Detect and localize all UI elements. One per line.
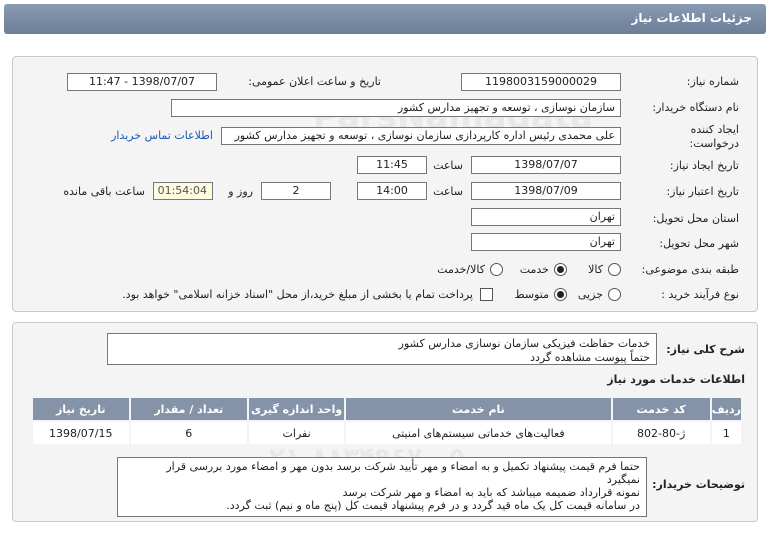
unit-cell: نفرات — [247, 420, 347, 446]
announce-label: تاریخ و ساعت اعلان عمومی: — [248, 75, 381, 88]
services-title: اطلاعات خدمات مورد نیاز — [607, 373, 745, 386]
process-medium-radio[interactable] — [554, 288, 567, 301]
need-number-label: شماره نیاز: — [686, 75, 739, 88]
valid-time-field[interactable]: 14:00 — [357, 182, 427, 200]
treasury-payment-checkbox[interactable] — [480, 288, 493, 301]
buyer-note-line-3: نمونه قرارداد ضمیمه میباشد که باید به ام… — [342, 486, 640, 499]
table-row[interactable]: 1 ژ-80-802 فعالیت‌های خدماتی سیستم‌های ا… — [31, 420, 744, 446]
valid-date-field[interactable]: 1398/07/09 — [471, 182, 621, 200]
city-field[interactable]: تهران — [471, 233, 621, 251]
valid-time-label: ساعت — [433, 185, 463, 198]
quantity-cell: 6 — [128, 420, 250, 446]
category-goods-label: کالا — [588, 263, 603, 276]
col-row-number: ردیف — [709, 396, 744, 422]
process-minor-label: جزیی — [577, 288, 603, 301]
summary-line-2: حتماً پیوست مشاهده گردد — [530, 351, 650, 364]
request-details-panel: ParsNamadata شماره نیاز: 119800315900002… — [12, 56, 758, 312]
buyer-contact-link[interactable]: اطلاعات تماس خریدار — [111, 129, 213, 142]
buyer-note-line-4: در سامانه قیمت کل یک ماه قید گردد و در ف… — [226, 499, 640, 512]
service-code-cell: ژ-80-802 — [610, 420, 712, 446]
service-name-cell: فعالیت‌های خدماتی سیستم‌های امنیتی — [344, 420, 613, 446]
create-date-field[interactable]: 1398/07/07 — [471, 156, 621, 174]
summary-label: شرح کلی نیاز: — [666, 343, 745, 356]
treasury-payment-note: پرداخت تمام یا بخشی از مبلغ خرید،از محل … — [122, 288, 473, 301]
row-number-cell: 1 — [709, 420, 744, 446]
col-quantity: تعداد / مقدار — [128, 396, 250, 422]
need-summary-panel: پایگاه اطلاع رسانی مناقصه و مزایده ۰۲۱-۸… — [12, 322, 758, 522]
days-label: روز و — [228, 185, 253, 198]
creator-label-line1: ایجاد کننده — [690, 123, 739, 136]
buyer-notes-label: توضیحات خریدار: — [652, 478, 745, 491]
services-table: ردیف کد خدمت نام خدمت واحد اندازه گیری ت… — [31, 396, 744, 446]
city-label: شهر محل تحویل: — [659, 237, 739, 250]
remaining-label: ساعت باقی مانده — [63, 185, 145, 198]
category-goods-service-label: کالا/خدمت — [437, 263, 485, 276]
category-service-radio[interactable] — [554, 263, 567, 276]
buyer-field[interactable]: سازمان نوسازی ، توسعه و تجهیز مدارس کشور — [171, 99, 621, 117]
process-minor-radio[interactable] — [608, 288, 621, 301]
buyer-notes-field[interactable]: حتما فرم قیمت پیشنهاد تکمیل و به امضاء و… — [117, 457, 647, 517]
province-field[interactable]: تهران — [471, 208, 621, 226]
creator-label-line2: درخواست: — [689, 137, 739, 150]
col-need-date: تاریخ نیاز — [31, 396, 131, 422]
page-title: جزئیات اطلاعات نیاز — [631, 11, 752, 25]
page-header: جزئیات اطلاعات نیاز — [4, 4, 766, 34]
category-goods-service-radio[interactable] — [490, 263, 503, 276]
need-number-field[interactable]: 1198003159000029 — [461, 73, 621, 91]
creator-field[interactable]: علی محمدی رئیس اداره کارپردازی سازمان نو… — [221, 127, 621, 145]
process-label: نوع فرآیند خرید : — [661, 288, 739, 301]
category-service-label: خدمت — [519, 263, 549, 276]
summary-line-1: خدمات حفاظت فیزیکی سازمان نوسازی مدارس ک… — [398, 337, 650, 350]
days-field[interactable]: 2 — [261, 182, 331, 200]
create-time-label: ساعت — [433, 159, 463, 172]
need-date-cell: 1398/07/15 — [31, 420, 131, 446]
category-label: طبقه بندی موضوعی: — [641, 263, 739, 276]
col-service-name: نام خدمت — [344, 396, 613, 422]
announce-datetime-field[interactable]: 1398/07/07 - 11:47 — [67, 73, 217, 91]
province-label: استان محل تحویل: — [652, 212, 739, 225]
remaining-time-field: 01:54:04 — [153, 182, 213, 200]
buyer-note-line-1: حتما فرم قیمت پیشنهاد تکمیل و به امضاء و… — [166, 460, 640, 473]
col-unit: واحد اندازه گیری — [247, 396, 347, 422]
services-header-row: ردیف کد خدمت نام خدمت واحد اندازه گیری ت… — [31, 396, 744, 422]
buyer-label: نام دستگاه خریدار: — [652, 101, 739, 114]
valid-date-label: تاریخ اعتبار نیاز: — [666, 185, 739, 198]
create-time-field[interactable]: 11:45 — [357, 156, 427, 174]
summary-field[interactable]: خدمات حفاظت فیزیکی سازمان نوسازی مدارس ک… — [107, 333, 657, 365]
col-service-code: کد خدمت — [610, 396, 712, 422]
process-medium-label: متوسط — [514, 288, 549, 301]
category-goods-radio[interactable] — [608, 263, 621, 276]
create-date-label: تاریخ ایجاد نیاز: — [669, 159, 739, 172]
buyer-note-line-2: نمیگیرد — [606, 473, 640, 486]
